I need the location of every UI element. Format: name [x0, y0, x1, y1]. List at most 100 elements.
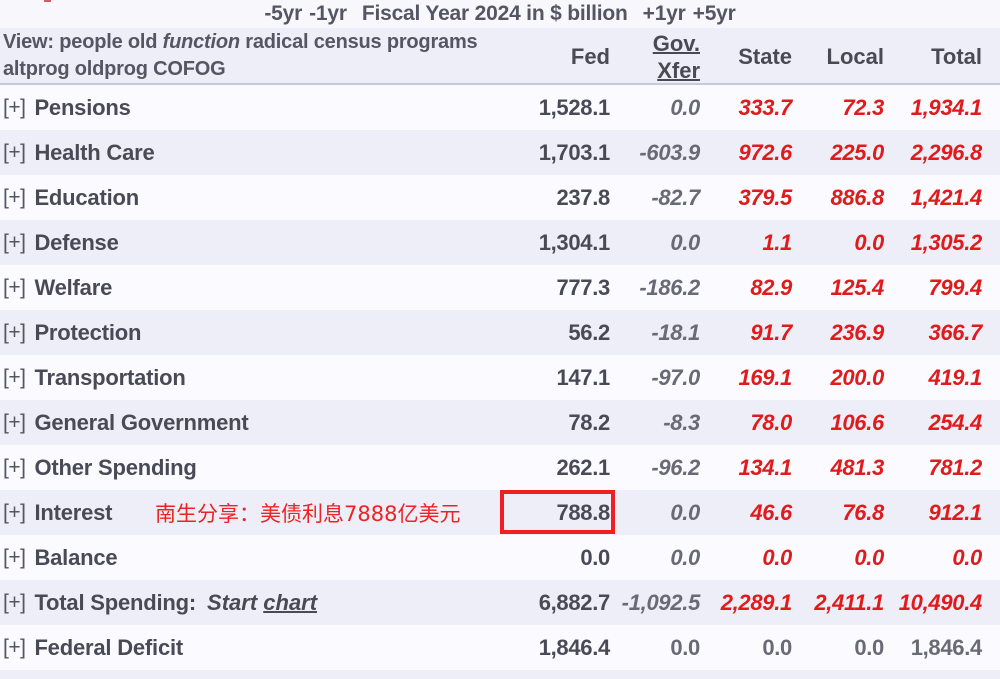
column-headers: Fed Gov. Xfer State Local Total [490, 28, 1000, 85]
expand-row-toggle[interactable]: [+] [3, 591, 26, 615]
cell-total: 0.0 [952, 544, 982, 570]
cell-state: 2,289.1 [720, 589, 793, 615]
row-label-group: [+] Total Spending: Start chart [3, 580, 317, 625]
row-value-cells: 262.1 -96.2 134.1 481.3 781.2 [490, 445, 1000, 490]
column-header-state[interactable]: State [702, 28, 792, 85]
cell-xfer: 0.0 [670, 499, 700, 525]
expand-row-toggle[interactable]: [+] [3, 411, 26, 435]
column-header-fed[interactable]: Fed [490, 28, 610, 85]
cell-state: 972.6 [738, 139, 792, 165]
view-option-cofog[interactable]: COFOG [153, 58, 226, 80]
table-row[interactable]: [+] Other Spending 262.1 -96.2 134.1 481.3 781… [0, 445, 1000, 490]
cell-state: 379.5 [738, 184, 792, 210]
row-label-group: [+] Education [3, 175, 139, 220]
expand-row-toggle[interactable]: [+] [3, 321, 26, 345]
start-chart-link-group[interactable]: Start chart [207, 590, 317, 616]
row-value-cells: 237.8 -82.7 379.5 886.8 1,421.4 [490, 175, 1000, 220]
expand-row-toggle[interactable]: [+] [3, 141, 26, 165]
cell-state: 169.1 [738, 364, 792, 390]
table-row[interactable]: [+] Welfare 777.3 -186.2 82.9 125.4 799.4 [0, 265, 1000, 310]
row-value-cells: 0.0 0.0 0.0 0.0 0.0 [490, 535, 1000, 580]
view-option-people[interactable]: people [59, 31, 122, 53]
cell-total: 1,846.4 [910, 634, 983, 660]
cell-state: 1.1 [762, 229, 792, 255]
row-name-label: Pensions [34, 94, 131, 120]
table-row[interactable]: [+] Protection 56.2 -18.1 91.7 236.9 366.7 [0, 310, 1000, 355]
table-row[interactable]: [+] Education 237.8 -82.7 379.5 886.8 1,421.4 [0, 175, 1000, 220]
cell-total: 10,490.4 [898, 589, 983, 615]
view-selector[interactable]: View: people old function radical census… [3, 29, 503, 83]
row-value-cells: 78.2 -8.3 78.0 106.6 254.4 [490, 400, 1000, 445]
expand-row-toggle[interactable]: [+] [3, 636, 26, 660]
row-value-cells: 6,882.7 -1,092.5 2,289.1 2,411.1 10,490.4 [490, 580, 1000, 625]
expand-row-toggle[interactable]: [+] [3, 456, 26, 480]
expand-row-toggle[interactable]: [+] [3, 366, 26, 390]
cell-total: 2,296.8 [910, 139, 983, 165]
bottom-row-strip [0, 670, 1000, 679]
row-value-cells: 777.3 -186.2 82.9 125.4 799.4 [490, 265, 1000, 310]
row-label-group: [+] Other Spending [3, 445, 197, 490]
table-row[interactable]: [+] Federal Deficit 1,846.4 0.0 0.0 0.0 1,846.… [0, 625, 1000, 670]
row-value-cells: 1,304.1 0.0 1.1 0.0 1,305.2 [490, 220, 1000, 265]
table-row[interactable]: [+] Total Spending: Start chart 6,882.7 -1,0… [0, 580, 1000, 625]
view-option-census[interactable]: census [314, 31, 382, 53]
expand-row-toggle[interactable]: [+] [3, 96, 26, 120]
expand-row-toggle[interactable]: [+] [3, 231, 26, 255]
view-option-radical[interactable]: radical [245, 31, 308, 53]
expand-row-toggle[interactable]: [+] [3, 186, 26, 210]
column-header-local[interactable]: Local [794, 28, 884, 85]
table-row[interactable]: [+] General Government 78.2 -8.3 78.0 106.6 25… [0, 400, 1000, 445]
cell-xfer: 0.0 [670, 94, 700, 120]
forward-5yr-link[interactable]: +5yr [693, 2, 736, 26]
column-header-total[interactable]: Total [886, 28, 982, 85]
cell-state: 91.7 [750, 319, 792, 345]
view-option-altprog[interactable]: altprog [3, 58, 70, 80]
row-name-label: Welfare [34, 274, 113, 300]
cell-fed: 147.1 [556, 364, 610, 390]
back-1yr-link[interactable]: -1yr [309, 2, 347, 26]
cell-local: 0.0 [854, 229, 884, 255]
cell-local: 72.3 [842, 94, 884, 120]
cell-local: 2,411.1 [814, 589, 884, 615]
expand-row-toggle[interactable]: [+] [3, 276, 26, 300]
column-header-total-label: Total [931, 43, 982, 69]
table-row[interactable]: [+] Balance 0.0 0.0 0.0 0.0 0.0 [0, 535, 1000, 580]
cell-local: 886.8 [830, 184, 884, 210]
row-label-group: [+] Welfare [3, 265, 112, 310]
cell-fed: 777.3 [556, 274, 610, 300]
row-name-label: Interest [34, 499, 113, 525]
cell-local: 481.3 [830, 454, 884, 480]
table-row[interactable]: [+] Health Care 1,703.1 -603.9 972.6 225.0 2,2… [0, 130, 1000, 175]
expand-row-toggle[interactable]: [+] [3, 546, 26, 570]
cell-fed: 1,528.1 [538, 94, 611, 120]
view-option-old[interactable]: old [128, 31, 158, 53]
table-row[interactable]: [+] Interest 南生分享：美债利息7888亿美元 788.8 0.0 46.6 7… [0, 490, 1000, 535]
view-option-programs[interactable]: programs [387, 31, 478, 53]
expand-row-toggle[interactable]: [+] [3, 501, 26, 525]
table-row[interactable]: [+] Transportation 147.1 -97.0 169.1 200.0 419… [0, 355, 1000, 400]
table-row[interactable]: [+] Defense 1,304.1 0.0 1.1 0.0 1,305.2 [0, 220, 1000, 265]
row-name-label: Transportation [34, 364, 186, 390]
column-header-gov-xfer[interactable]: Gov. Xfer [615, 28, 700, 85]
table-header-band: View: people old function radical census… [0, 28, 1000, 85]
cell-xfer: 0.0 [670, 544, 700, 570]
view-option-function[interactable]: function [163, 31, 240, 53]
view-option-oldprog[interactable]: oldprog [75, 58, 148, 80]
row-value-cells: 147.1 -97.0 169.1 200.0 419.1 [490, 355, 1000, 400]
row-value-cells: 788.8 0.0 46.6 76.8 912.1 [490, 490, 1000, 535]
forward-1yr-link[interactable]: +1yr [643, 2, 686, 26]
table-row[interactable]: [+] Pensions 1,528.1 0.0 333.7 72.3 1,934.1 [0, 85, 1000, 130]
cell-xfer: 0.0 [670, 229, 700, 255]
row-label-group: [+] Pensions [3, 85, 131, 130]
row-name-label: Protection [34, 319, 142, 345]
budget-table-body: [+] Pensions 1,528.1 0.0 333.7 72.3 1,934.1 [+]… [0, 85, 1000, 670]
cell-fed: 1,846.4 [538, 634, 611, 660]
cell-xfer: -1,092.5 [621, 589, 701, 615]
chart-link[interactable]: chart [263, 590, 317, 615]
cell-state: 82.9 [750, 274, 792, 300]
column-header-xfer-label: Xfer [657, 58, 700, 83]
start-label: Start [207, 589, 258, 615]
row-label-group: [+] Protection [3, 310, 141, 355]
cell-total: 366.7 [928, 319, 982, 345]
back-5yr-link[interactable]: -5yr [264, 2, 302, 26]
